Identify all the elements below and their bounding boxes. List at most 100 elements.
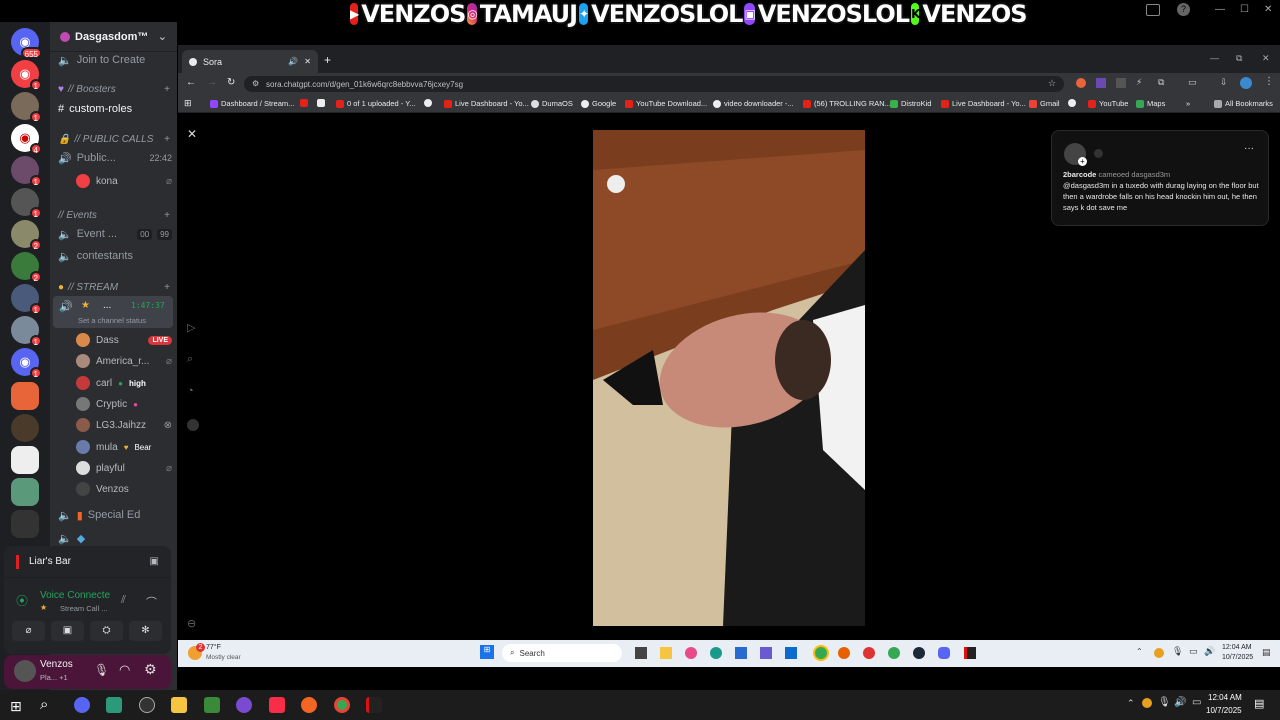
game-icon[interactable] bbox=[964, 647, 976, 659]
tray-chevron-icon[interactable]: ⌃ bbox=[1136, 647, 1143, 656]
activity-row[interactable]: Liar's Bar ▣ bbox=[4, 546, 171, 578]
gallery-icon[interactable] bbox=[1146, 4, 1160, 16]
edge-icon[interactable] bbox=[710, 647, 722, 659]
channel-stream-active[interactable]: 🔊 ★ ... 1:47:37 Set a channel status bbox=[53, 296, 173, 328]
tab-sora[interactable]: Sora 🔊 ✕ bbox=[182, 50, 318, 73]
help-icon[interactable]: ? bbox=[1177, 3, 1190, 16]
search-icon[interactable]: ⌕ bbox=[40, 696, 48, 713]
noise-suppression-icon[interactable]: ⫽ bbox=[121, 594, 126, 607]
outlook-icon[interactable] bbox=[785, 647, 797, 659]
volume-icon[interactable]: 🔊 bbox=[1204, 646, 1215, 657]
firefox-icon[interactable] bbox=[838, 647, 850, 659]
xbox-icon[interactable] bbox=[204, 697, 220, 713]
sidebar-icon[interactable]: ▭ bbox=[1188, 77, 1197, 88]
clock-date[interactable]: 10/7/2025 bbox=[1222, 654, 1253, 661]
app-icon[interactable] bbox=[236, 697, 252, 713]
voice-member[interactable]: mula ♥ Bear bbox=[76, 438, 172, 456]
tab-close-icon[interactable]: ✕ bbox=[304, 57, 311, 66]
bookmark[interactable] bbox=[1068, 99, 1076, 107]
server-header[interactable]: Dasgasdom™ ⌄ bbox=[50, 22, 177, 52]
windows-start-icon[interactable]: ⊞ bbox=[10, 698, 22, 715]
channel-public[interactable]: 🔊 Public... 22:42 bbox=[58, 148, 172, 168]
settings-gear-icon[interactable]: ⚙ bbox=[144, 661, 157, 678]
bookmark[interactable]: Live Dashboard - Yo... bbox=[444, 99, 529, 108]
bookmark[interactable]: 0 of 1 uploaded - Y... bbox=[336, 99, 416, 108]
chrome-icon[interactable] bbox=[813, 645, 829, 661]
restore-icon[interactable]: ⧉ bbox=[1236, 53, 1242, 64]
extension-icon[interactable]: ⚡ bbox=[1136, 77, 1142, 88]
discord-home-icon[interactable]: ◉ 655 bbox=[11, 28, 42, 59]
channel-join-to-create[interactable]: 🔈 Join to Create bbox=[58, 50, 172, 70]
server-icon[interactable]: 1 bbox=[11, 284, 42, 315]
add-channel-icon[interactable]: + bbox=[164, 84, 170, 95]
server-icon[interactable]: ◉ 4 bbox=[11, 124, 42, 155]
discord-icon[interactable] bbox=[74, 697, 90, 713]
category-public-calls[interactable]: 🔒// PUBLIC CALLS + bbox=[58, 134, 170, 145]
extension-icon[interactable] bbox=[1076, 78, 1086, 88]
screen-share-button[interactable]: ▣ bbox=[51, 621, 84, 641]
search-box[interactable]: ⌕ Search bbox=[502, 644, 622, 662]
minimize-icon[interactable]: — bbox=[1210, 53, 1219, 63]
add-channel-icon[interactable]: + bbox=[164, 210, 170, 221]
voice-member[interactable]: playful ⌀ bbox=[76, 459, 172, 477]
notification-icon[interactable]: ▤ bbox=[1254, 697, 1264, 710]
bookmark[interactable] bbox=[424, 99, 432, 107]
voice-member[interactable]: carl ● high bbox=[76, 374, 172, 392]
forward-icon[interactable]: → bbox=[207, 77, 217, 88]
menu-icon[interactable]: ⋮ bbox=[1264, 76, 1274, 87]
chevron-right-icon[interactable]: » bbox=[1186, 99, 1190, 108]
server-icon[interactable] bbox=[11, 382, 39, 410]
server-icon[interactable]: 1 bbox=[11, 316, 42, 347]
star-bookmark-icon[interactable]: ☆ bbox=[1048, 78, 1056, 89]
more-options-icon[interactable]: ··· bbox=[1244, 143, 1254, 154]
app-icon[interactable] bbox=[863, 647, 875, 659]
voice-member[interactable]: kona ⌀ bbox=[76, 172, 172, 190]
app-icon[interactable] bbox=[106, 697, 122, 713]
add-channel-icon[interactable]: + bbox=[164, 282, 170, 293]
voice-member[interactable]: Cryptic ● bbox=[76, 395, 172, 413]
voice-member[interactable]: Venzos bbox=[76, 480, 172, 498]
tray-icon[interactable] bbox=[1154, 648, 1164, 658]
extension-icon[interactable] bbox=[1096, 78, 1106, 88]
voice-status[interactable]: Voice Connecte bbox=[40, 590, 114, 601]
server-icon[interactable]: ◉ 1 bbox=[11, 60, 42, 91]
server-icon[interactable]: 1 bbox=[11, 92, 42, 123]
channel-special-ed[interactable]: 🔈 ▮ Special Ed bbox=[58, 505, 172, 525]
voice-member[interactable]: LG3.Jaihzz ⊗ bbox=[76, 416, 172, 434]
taskview-icon[interactable] bbox=[635, 647, 647, 659]
notification-icon[interactable]: ▤ bbox=[1262, 647, 1271, 658]
minimize-icon[interactable]: — bbox=[1215, 4, 1225, 15]
maximize-icon[interactable]: ☐ bbox=[1240, 4, 1249, 15]
profile-icon[interactable] bbox=[1240, 77, 1252, 89]
tray-icon[interactable] bbox=[1142, 698, 1152, 708]
mic-icon[interactable]: 🎙 bbox=[94, 663, 109, 677]
server-icon[interactable] bbox=[11, 414, 39, 442]
url-field[interactable]: ⚙ sora.chatgpt.com/d/gen_01k6w6qrc8ebbvv… bbox=[244, 76, 1064, 92]
channel-status[interactable]: Set a channel status bbox=[78, 316, 146, 325]
clock-date[interactable]: 10/7/2025 bbox=[1206, 706, 1242, 715]
bookmark[interactable]: Maps bbox=[1136, 99, 1165, 108]
bookmark[interactable]: YouTube bbox=[1088, 99, 1128, 108]
chrome-icon[interactable] bbox=[888, 647, 900, 659]
audio-icon[interactable]: 🔊 bbox=[288, 57, 298, 66]
category-events[interactable]: // Events + bbox=[58, 210, 170, 221]
volume-icon[interactable]: 🔊 bbox=[1174, 697, 1186, 708]
bookmark[interactable]: DistroKid bbox=[890, 99, 931, 108]
server-icon[interactable] bbox=[11, 478, 39, 506]
channel-gem[interactable]: 🔈 ◆ bbox=[58, 528, 172, 548]
mic-icon[interactable]: 🎙 bbox=[1158, 697, 1171, 708]
bookmark[interactable]: video downloader -... bbox=[713, 99, 794, 108]
channel-custom-roles[interactable]: # custom-roles bbox=[58, 99, 172, 119]
headphones-icon[interactable]: ◠ bbox=[119, 662, 130, 678]
teams-icon[interactable] bbox=[760, 647, 772, 659]
close-icon[interactable]: ✕ bbox=[1264, 4, 1272, 15]
bookmark[interactable]: Dashboard / Stream... bbox=[210, 99, 294, 108]
store-icon[interactable] bbox=[735, 647, 747, 659]
bell-icon[interactable]: ◔ bbox=[187, 385, 199, 397]
windows-start-icon[interactable]: ⊞ bbox=[480, 645, 494, 659]
bookmark[interactable] bbox=[300, 99, 308, 107]
video-player[interactable] bbox=[593, 130, 865, 626]
steam-icon[interactable] bbox=[913, 647, 925, 659]
voice-channel[interactable]: Stream Call ... bbox=[60, 604, 108, 613]
bookmark[interactable]: DumaOS bbox=[531, 99, 573, 108]
